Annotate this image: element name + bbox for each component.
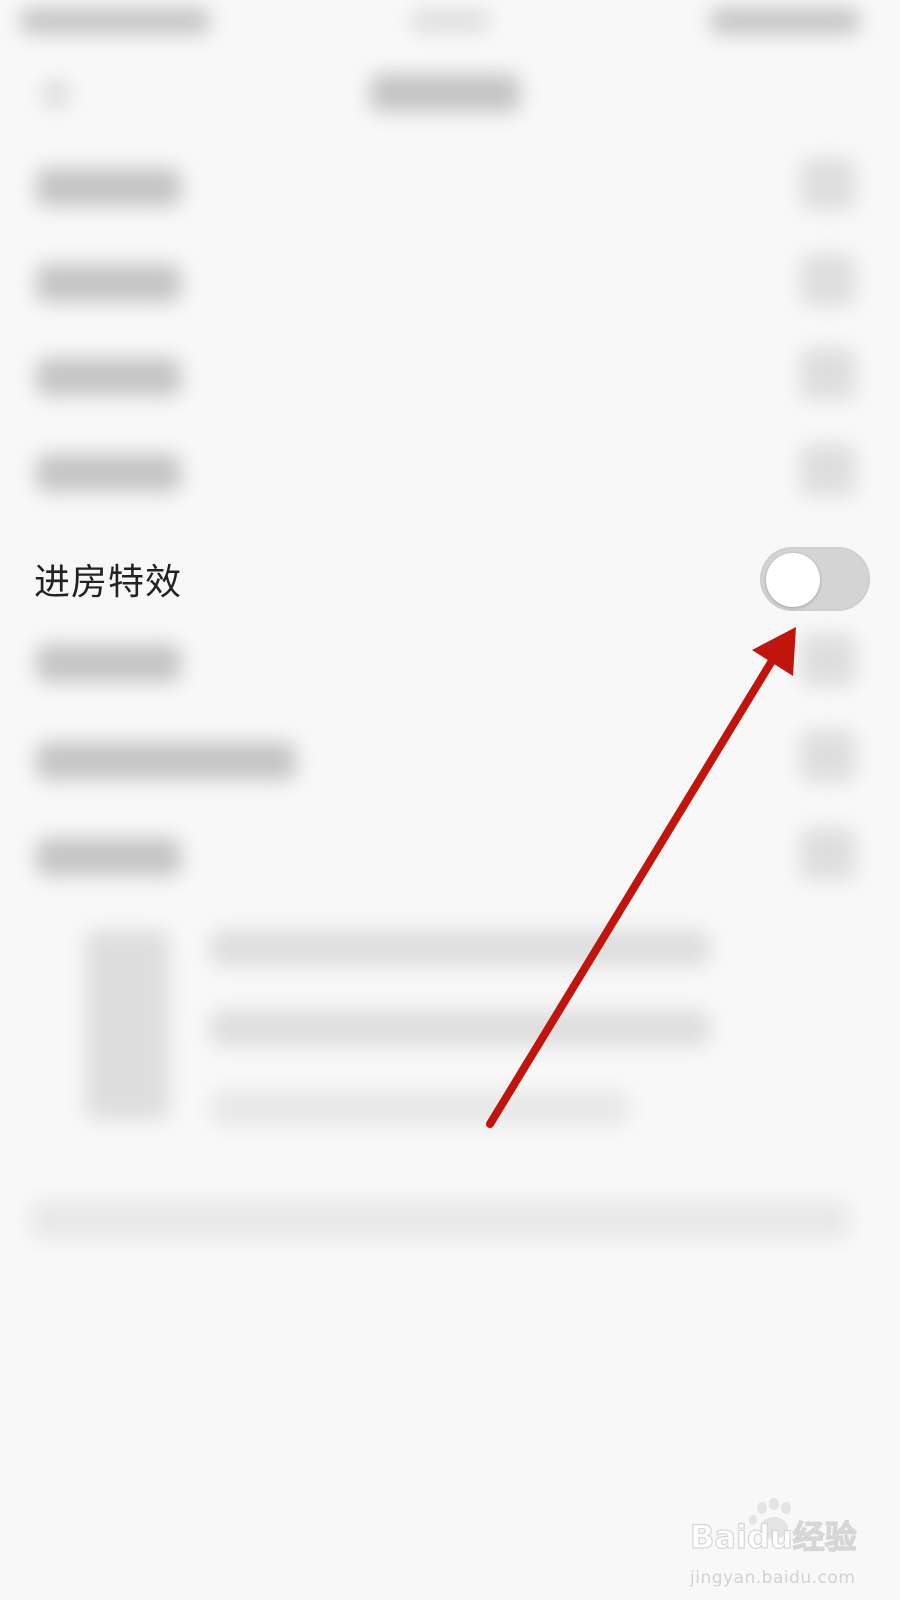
setting-row-8-control-blurred[interactable] (800, 828, 856, 880)
info-block-text-line-1-blurred (210, 930, 710, 966)
watermark-url: jingyan.baidu.com (690, 1568, 856, 1588)
status-bar-right-blurred (710, 8, 860, 34)
setting-row-1-label-blurred (36, 168, 181, 206)
settings-screen: 进房特效 Baidu经验 jingyan.baidu.com (0, 0, 900, 1600)
setting-row-6-label-blurred (36, 644, 181, 682)
baidu-paw-icon: Baidu经验 (689, 1498, 857, 1557)
entry-effect-toggle[interactable] (760, 547, 870, 611)
setting-row-3-control-blurred[interactable] (800, 348, 856, 400)
setting-row-2-label-blurred (36, 264, 181, 302)
baidu-watermark: Baidu经验 jingyan.baidu.com (689, 1498, 880, 1588)
setting-row-entry-effect: 进房特效 (0, 531, 900, 627)
status-bar-center-blurred (410, 10, 490, 32)
setting-row-4-control-blurred[interactable] (800, 444, 856, 496)
watermark-brand: Baidu经验 (690, 1518, 857, 1556)
setting-row-8-label-blurred (36, 838, 181, 876)
red-arrow-icon (486, 627, 796, 1128)
info-block-icon-blurred (85, 930, 170, 1120)
entry-effect-label: 进房特效 (34, 562, 183, 603)
setting-row-6-control-blurred[interactable] (800, 634, 856, 686)
page-title-blurred (370, 74, 520, 112)
status-bar-left-blurred (20, 8, 210, 34)
toggle-knob (766, 553, 820, 607)
info-block-text-line-3-blurred (210, 1090, 630, 1126)
footer-text-blurred (30, 1200, 850, 1240)
setting-row-1-control-blurred[interactable] (800, 158, 856, 210)
back-button-blurred[interactable] (42, 80, 70, 108)
setting-row-2-control-blurred[interactable] (800, 254, 856, 306)
info-block-text-line-2-blurred (210, 1010, 710, 1046)
setting-row-3-label-blurred (36, 358, 181, 396)
setting-row-7-control-blurred[interactable] (800, 730, 856, 782)
setting-row-7-label-blurred (36, 742, 296, 780)
setting-row-4-label-blurred (36, 454, 181, 492)
